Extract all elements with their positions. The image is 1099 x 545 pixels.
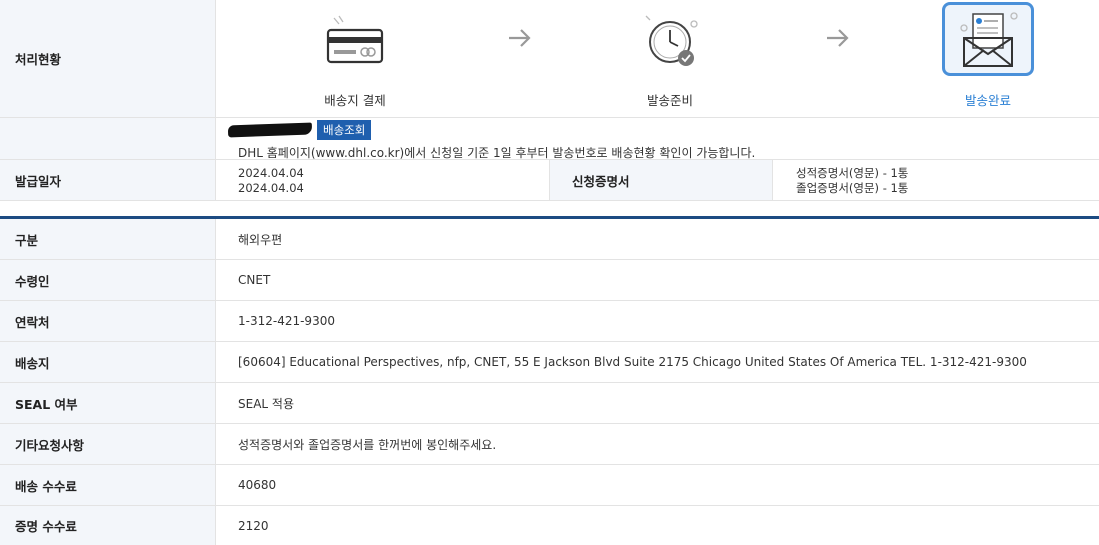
- detail-label: 수령인: [0, 260, 216, 300]
- cert-item: 성적증명서(영문) - 1통: [796, 166, 909, 180]
- detail-value: 40680: [238, 478, 277, 492]
- issue-row: 발급일자 2024.04.04 2024.04.04 신청증명서 성적증명서(영…: [0, 160, 1099, 201]
- detail-label: 배송지: [0, 342, 216, 382]
- detail-value: 1-312-421-9300: [238, 314, 335, 328]
- detail-value: 2120: [238, 518, 269, 533]
- issue-date-header: 발급일자: [0, 160, 216, 200]
- detail-label: 기타요청사항: [0, 424, 216, 464]
- detail-label: 배송 수수료: [0, 465, 216, 505]
- cert-item: 졸업증명서(영문) - 1통: [796, 181, 909, 195]
- detail-label: 구분: [0, 219, 216, 259]
- detail-value: [60604] Educational Perspectives, nfp, C…: [238, 355, 1027, 369]
- status-row: 처리현황 배송지 결제 발송준비 발송완료: [0, 0, 1099, 118]
- detail-row-seal: SEAL 여부 SEAL 적용: [0, 383, 1099, 424]
- credit-card-icon: [310, 6, 400, 78]
- detail-value: 성적증명서와 졸업증명서를 한꺼번에 봉인해주세요.: [238, 437, 497, 452]
- detail-row-request: 기타요청사항 성적증명서와 졸업증명서를 한꺼번에 봉인해주세요.: [0, 424, 1099, 465]
- issue-date: 2024.04.04: [238, 166, 304, 180]
- envelope-document-icon: [942, 2, 1034, 76]
- cert-list: 성적증명서(영문) - 1통 졸업증명서(영문) - 1통: [796, 166, 908, 196]
- step-complete-label: 발송완료: [964, 93, 1011, 108]
- tracking-note: DHL 홈페이지(www.dhl.co.kr)에서 신청일 기준 1일 후부터 …: [238, 146, 756, 160]
- detail-row-cert-fee: 증명 수수료 2120: [0, 506, 1099, 545]
- step-payment-label: 배송지 결제: [324, 93, 386, 108]
- tracking-header-blank: [0, 118, 216, 159]
- clock-check-icon: [625, 6, 715, 78]
- arrow-right-icon: [509, 29, 531, 47]
- detail-label: SEAL 여부: [0, 383, 216, 423]
- detail-row-contact: 연락처 1-312-421-9300: [0, 301, 1099, 342]
- issue-date: 2024.04.04: [238, 181, 304, 195]
- detail-value: CNET: [238, 273, 271, 287]
- issue-dates: 2024.04.04 2024.04.04: [238, 166, 304, 196]
- detail-row-category: 구분 해외우편: [0, 219, 1099, 260]
- detail-row-shipping-fee: 배송 수수료 40680: [0, 465, 1099, 506]
- detail-label: 증명 수수료: [0, 506, 216, 545]
- status-header: 처리현황: [0, 0, 216, 117]
- detail-row-recipient: 수령인 CNET: [0, 260, 1099, 301]
- detail-label: 연락처: [0, 301, 216, 341]
- track-shipment-button[interactable]: 배송조회: [317, 120, 372, 140]
- detail-value: SEAL 적용: [238, 396, 294, 411]
- detail-value: 해외우편: [238, 232, 283, 247]
- detail-row-address: 배송지 [60604] Educational Perspectives, nf…: [0, 342, 1099, 383]
- arrow-right-icon: [827, 29, 849, 47]
- step-preparing-label: 발송준비: [646, 93, 693, 108]
- cert-header: 신청증명서: [549, 160, 773, 200]
